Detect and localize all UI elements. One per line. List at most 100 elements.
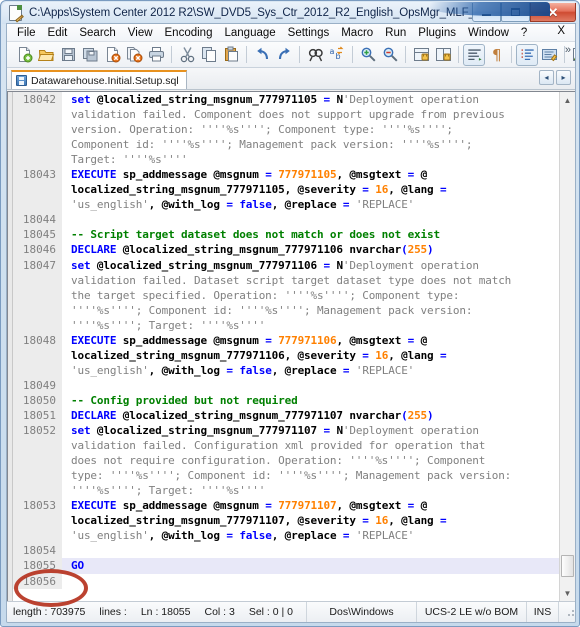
- menu-run[interactable]: Run: [379, 26, 412, 40]
- code-line[interactable]: does not require configuration. Operatio…: [13, 453, 559, 469]
- editor-pane: 18042 set @localized_string_msgnum_777971…: [7, 91, 575, 601]
- code-line[interactable]: 'us_english', @with_log = false, @replac…: [13, 528, 559, 544]
- code-line[interactable]: 18056: [13, 573, 559, 589]
- code-line[interactable]: 18055 GO: [13, 558, 559, 574]
- print-button[interactable]: [145, 44, 167, 66]
- close-document-button[interactable]: X: [553, 25, 569, 37]
- menu-search[interactable]: Search: [73, 26, 121, 40]
- code-line[interactable]: 18053 EXECUTE sp_addmessage @msgnum = 777…: [13, 498, 559, 514]
- save-button[interactable]: [57, 44, 79, 66]
- close-file-button[interactable]: [101, 44, 123, 66]
- replace-button[interactable]: a b: [326, 44, 348, 66]
- code-line-text: ''''%s''''; Target: ''''%s'''': [62, 318, 559, 333]
- code-line[interactable]: localized_string_msgnum_777971106, @seve…: [13, 347, 559, 363]
- code-line[interactable]: 18054: [13, 543, 559, 559]
- scroll-up-button[interactable]: ▲: [560, 92, 575, 108]
- code-token-ident: , @replace: [271, 363, 337, 377]
- status-length: length : 703975: [13, 606, 86, 618]
- status-resize-grip[interactable]: [559, 602, 575, 622]
- code-line[interactable]: 'us_english', @with_log = false, @replac…: [13, 362, 559, 378]
- code-line[interactable]: 18042 set @localized_string_msgnum_777971…: [13, 92, 559, 108]
- sync-vertical-scrolling-button[interactable]: [410, 44, 432, 66]
- code-line[interactable]: validation failed. Dataset script target…: [13, 272, 559, 288]
- tab-datawarehouse-initial-setup-sql[interactable]: Datawarehouse.Initial.Setup.sql: [11, 70, 187, 89]
- vertical-scrollbar[interactable]: ▲ ▼: [559, 92, 575, 601]
- menu-encoding[interactable]: Encoding: [159, 26, 219, 40]
- tab-scroll-left-button[interactable]: ◂: [539, 70, 554, 85]
- code-line[interactable]: ''''%s''''; Component id: ''''%s''''; Ma…: [13, 302, 559, 318]
- line-number: 18052: [13, 423, 62, 439]
- code-line-text: GO: [62, 558, 559, 573]
- open-file-button[interactable]: [35, 44, 57, 66]
- menu-help[interactable]: ?: [515, 26, 533, 40]
- copy-button[interactable]: [198, 44, 220, 66]
- code-line[interactable]: ''''%s''''; Target: ''''%s'''': [13, 483, 559, 499]
- code-line[interactable]: type: ''''%s''''; Component id: ''''%s''…: [13, 468, 559, 484]
- status-encoding[interactable]: UCS-2 LE w/o BOM: [417, 602, 527, 622]
- menu-file[interactable]: File: [11, 26, 42, 40]
- zoom-out-button[interactable]: [379, 44, 401, 66]
- code-line[interactable]: 18049: [13, 377, 559, 393]
- menu-settings[interactable]: Settings: [282, 26, 336, 40]
- redo-button[interactable]: [273, 44, 295, 66]
- menu-edit[interactable]: Edit: [42, 26, 74, 40]
- toolbar-overflow-button[interactable]: »: [565, 44, 571, 56]
- code-line[interactable]: 18048 EXECUTE sp_addmessage @msgnum = 777…: [13, 332, 559, 348]
- minimize-button[interactable]: [472, 3, 501, 22]
- code-line[interactable]: 18044: [13, 212, 559, 228]
- code-token-cmt: -- Config provided but not required: [71, 393, 298, 407]
- line-number: [13, 137, 62, 153]
- paste-button[interactable]: [220, 44, 242, 66]
- code-text-area[interactable]: 18042 set @localized_string_msgnum_777971…: [13, 92, 559, 601]
- indent-guideline-button[interactable]: [516, 43, 538, 66]
- code-line[interactable]: 'us_english', @with_log = false, @replac…: [13, 197, 559, 213]
- code-line[interactable]: validation failed. Component does not su…: [13, 107, 559, 123]
- code-line[interactable]: localized_string_msgnum_777971107, @seve…: [13, 513, 559, 529]
- find-button[interactable]: [304, 44, 326, 66]
- menu-language[interactable]: Language: [218, 26, 281, 40]
- code-line[interactable]: localized_string_msgnum_777971105, @seve…: [13, 182, 559, 198]
- close-all-files-button[interactable]: [123, 44, 145, 66]
- code-line[interactable]: 18052 set @localized_string_msgnum_777971…: [13, 423, 559, 439]
- code-line[interactable]: 18050 -- Config provided but not required: [13, 392, 559, 408]
- user-defined-language-button[interactable]: [538, 44, 560, 66]
- menu-window[interactable]: Window: [462, 26, 515, 40]
- menu-view[interactable]: View: [122, 26, 159, 40]
- cut-button[interactable]: [176, 44, 198, 66]
- code-line[interactable]: 18043 EXECUTE sp_addmessage @msgnum = 777…: [13, 167, 559, 183]
- code-token-op: =: [440, 183, 447, 197]
- restore-icon: [511, 8, 520, 16]
- scrollbar-thumb[interactable]: [561, 555, 574, 577]
- minimize-icon: [482, 14, 491, 16]
- new-file-button[interactable]: [13, 44, 35, 66]
- code-line[interactable]: the target specified. Operation: ''''%s'…: [13, 287, 559, 303]
- show-all-characters-icon: ¶: [492, 46, 502, 63]
- tab-scroll-right-button[interactable]: ▸: [556, 70, 571, 85]
- save-all-button[interactable]: [79, 44, 101, 66]
- svg-text:¶: ¶: [492, 46, 502, 63]
- show-all-characters-button[interactable]: ¶: [485, 44, 507, 66]
- word-wrap-button[interactable]: [463, 43, 485, 66]
- code-line-text: validation failed. Configuration xml pro…: [62, 438, 559, 453]
- svg-text:a: a: [329, 47, 334, 56]
- code-line[interactable]: 18051 DECLARE @localized_string_msgnum_77…: [13, 407, 559, 424]
- code-line[interactable]: 18045 -- Script target dataset does not m…: [13, 227, 559, 243]
- code-line[interactable]: version. Operation: ''''%s''''; Componen…: [13, 122, 559, 138]
- undo-button[interactable]: [251, 44, 273, 66]
- menu-plugins[interactable]: Plugins: [412, 26, 462, 40]
- code-line[interactable]: ''''%s''''; Target: ''''%s'''': [13, 317, 559, 333]
- zoom-in-button[interactable]: [357, 44, 379, 66]
- code-line[interactable]: 18046 DECLARE @localized_string_msgnum_77…: [13, 242, 559, 258]
- scroll-down-button[interactable]: ▼: [560, 585, 575, 601]
- code-token-kw: EXECUTE: [71, 499, 117, 513]
- status-eol-format[interactable]: Dos\Windows: [307, 602, 417, 622]
- code-line[interactable]: 18047 set @localized_string_msgnum_777971…: [13, 257, 559, 273]
- maximize-restore-button[interactable]: [501, 3, 530, 22]
- code-line[interactable]: Target: ''''%s'''': [13, 152, 559, 168]
- menu-macro[interactable]: Macro: [335, 26, 379, 40]
- status-insert-mode[interactable]: INS: [527, 602, 559, 622]
- code-line[interactable]: Component id: ''''%s''''; Management pac…: [13, 137, 559, 153]
- code-line[interactable]: validation failed. Configuration xml pro…: [13, 438, 559, 454]
- close-window-button[interactable]: ✕: [530, 3, 576, 22]
- sync-horizontal-scrolling-button[interactable]: [432, 44, 454, 66]
